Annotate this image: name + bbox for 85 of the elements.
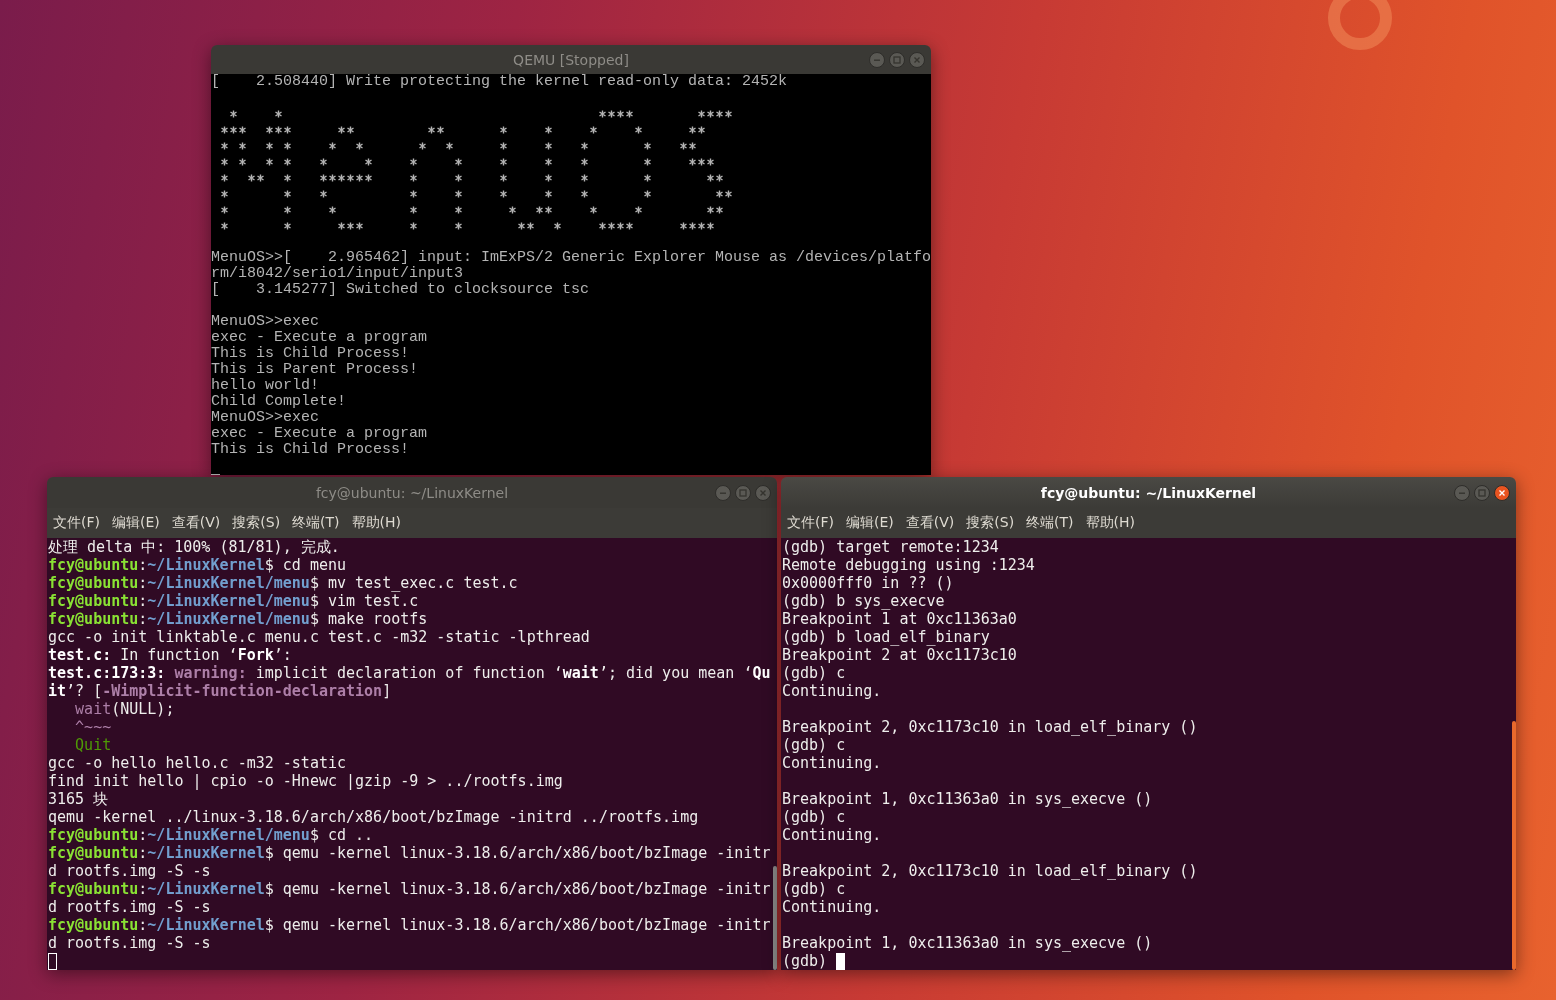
window-title: fcy@ubuntu: ~/LinuxKernel (314, 484, 510, 501)
menu-item[interactable]: 编辑(E) (106, 514, 166, 532)
terminal-line: Continuing. (782, 826, 882, 844)
minimize-button[interactable] (869, 51, 885, 68)
maximize-icon (893, 55, 901, 64)
terminal-line: Breakpoint 2, 0xc1173c10 in load_elf_binary () (782, 862, 1198, 880)
console-line: exec - Execute a program (211, 330, 428, 346)
terminal-line: (gdb) target remote:1234 (782, 538, 999, 556)
menu-item[interactable]: 终端(T) (286, 514, 346, 532)
maximize-icon (739, 488, 747, 497)
terminal-line: Continuing. (782, 754, 882, 772)
console-line: MenuOS>>exec (211, 410, 320, 426)
terminal-line: fcy@ubuntu:~/LinuxKernel$ qemu -kernel linux-3.18.6/arch/x86/boot/bzImage -initr (48, 844, 771, 862)
terminal-line: (gdb) c (782, 664, 846, 682)
terminal-line: qemu -kernel ../linux-3.18.6/arch/x86/boot/bzImage -initrd ../rootfs.img (48, 808, 699, 826)
terminal-line: fcy@ubuntu:~/LinuxKernel$ qemu -kernel linux-3.18.6/arch/x86/boot/bzImage -initr (48, 916, 771, 934)
terminal-line: 3165 块 (48, 790, 109, 808)
close-icon (759, 488, 767, 497)
terminal-line: fcy@ubuntu:~/LinuxKernel/menu$ mv test_exec.c test.c (48, 574, 518, 592)
terminal-line: ^~~~ (74, 718, 112, 736)
terminal-line: Continuing. (782, 898, 882, 916)
terminal-line: fcy@ubuntu:~/LinuxKernel$ qemu -kernel linux-3.18.6/arch/x86/boot/bzImage -initr (48, 880, 771, 898)
menu-item[interactable]: 文件(F) (47, 514, 106, 532)
console-line: hello world! (211, 378, 320, 394)
menu-item[interactable]: 查看(V) (165, 514, 227, 532)
terminal-line: Breakpoint 2 at 0xc1173c10 (782, 646, 1017, 664)
terminal-line: d rootfs.img -S -s (48, 862, 211, 880)
console-line: This is Child Process! (211, 442, 410, 458)
terminal-line: (gdb) (782, 952, 828, 970)
console-line: This is Child Process! (211, 346, 410, 362)
menu-item[interactable]: 帮助(H) (345, 514, 408, 532)
scrollbar-thumb[interactable] (773, 866, 777, 970)
terminal-line: Remote debugging using :1234 (782, 556, 1035, 574)
terminal-line: wait(NULL); (74, 700, 175, 718)
maximize-button[interactable] (735, 484, 751, 501)
terminal-line: fcy@ubuntu:~/LinuxKernel/menu$ cd .. (48, 826, 374, 844)
terminal-line: fcy@ubuntu:~/LinuxKernel$ cd menu (48, 556, 347, 574)
terminal-line: 0x0000fff0 in ?? () (782, 574, 954, 592)
terminal-line: Continuing. (782, 682, 882, 700)
terminal-line: find init hello | cpio -o -Hnewc |gzip -9 > ../rootfs.img (48, 772, 563, 790)
terminal-line: (gdb) c (782, 736, 846, 754)
minimize-button[interactable] (1454, 484, 1470, 501)
close-button[interactable] (1494, 484, 1510, 501)
terminal-line: test.c: In function ‘Fork’: (48, 646, 292, 664)
console-line: [ 3.145277] Switched to clocksource tsc (211, 282, 590, 298)
close-icon (1498, 488, 1506, 497)
menu-item[interactable]: 搜索(S) (960, 514, 1021, 532)
terminal-line: Breakpoint 1, 0xc11363a0 in sys_execve () (782, 790, 1153, 808)
minimize-button[interactable] (715, 484, 731, 501)
terminal-line: 处理 delta 中: 100% (81/81), 完成. (48, 538, 340, 556)
console-line: This is Parent Process! (211, 362, 419, 378)
terminal-line: fcy@ubuntu:~/LinuxKernel/menu$ make rootfs (48, 610, 428, 628)
maximize-button[interactable] (889, 51, 905, 68)
terminal-line: Breakpoint 1, 0xc11363a0 in sys_execve () (782, 934, 1153, 952)
close-icon (913, 55, 921, 64)
terminal-line: test.c:173:3: warning: implicit declaration of function ‘wait’; did you mean ‘Qu (48, 664, 771, 682)
terminal-line: gcc -o init linktable.c menu.c test.c -m32 -static -lpthread (48, 628, 590, 646)
menu-item[interactable]: 文件(F) (781, 514, 840, 532)
window-title: fcy@ubuntu: ~/LinuxKernel (1039, 484, 1258, 501)
terminal-line: Quit (74, 736, 112, 754)
scrollbar-thumb[interactable] (1512, 721, 1516, 970)
terminal-line: it’? [-Wimplicit-function-declaration] (48, 682, 392, 700)
window-title: QEMU [Stopped] (512, 51, 630, 68)
terminal-line: (gdb) c (782, 808, 846, 826)
terminal-line: Breakpoint 2, 0xc1173c10 in load_elf_binary () (782, 718, 1198, 736)
console-line: rm/i8042/serio1/input/input3 (211, 266, 464, 282)
terminal-line: d rootfs.img -S -s (48, 934, 211, 952)
menu-item[interactable]: 帮助(H) (1079, 514, 1142, 532)
terminal-line: gcc -o hello hello.c -m32 -static (48, 754, 346, 772)
terminal-line: Breakpoint 1 at 0xc11363a0 (782, 610, 1017, 628)
menu-item[interactable]: 查看(V) (899, 514, 961, 532)
console-line: MenuOS>>exec (211, 314, 320, 330)
console-line: [ 2.508440] Write protecting the kernel read-only data: 2452k (211, 74, 788, 90)
menu-item[interactable]: 终端(T) (1020, 514, 1080, 532)
terminal-line: (gdb) b load_elf_binary (782, 628, 990, 646)
console-line: MenuOS>>[ 2.965462] input: ImExPS/2 Generic Explorer Mouse as /devices/platfo (211, 250, 931, 266)
console-line: exec - Execute a program (211, 426, 428, 442)
maximize-icon (1478, 488, 1486, 497)
terminal-line: d rootfs.img -S -s (48, 898, 211, 916)
terminal-line: fcy@ubuntu:~/LinuxKernel/menu$ vim test.c (48, 592, 419, 610)
terminal-line: (gdb) c (782, 880, 846, 898)
console-line: Child Complete! (211, 394, 347, 410)
terminal-line: (gdb) b sys_execve (782, 592, 945, 610)
menu-item[interactable]: 搜索(S) (226, 514, 287, 532)
menu-item[interactable]: 编辑(E) (840, 514, 900, 532)
